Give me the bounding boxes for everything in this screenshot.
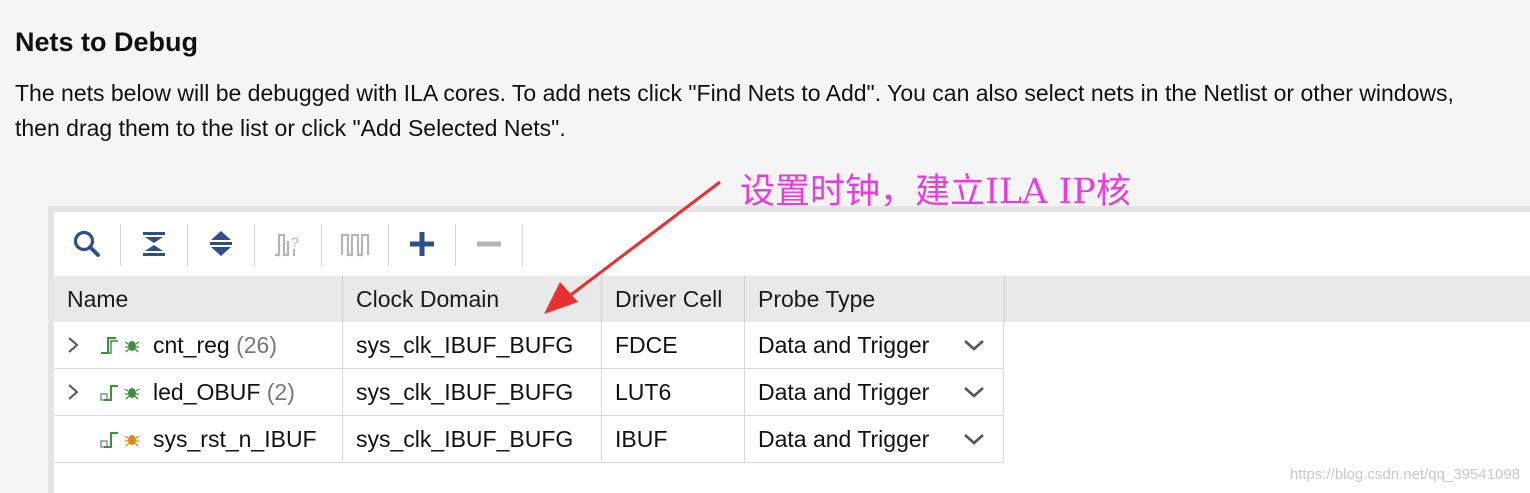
watermark: https://blog.csdn.net/qq_39541098 bbox=[1289, 466, 1520, 483]
chevron-down-icon[interactable] bbox=[963, 337, 985, 353]
svg-text:?: ? bbox=[291, 234, 299, 250]
probe-type-value: Data and Trigger bbox=[758, 426, 930, 452]
net-name-cell: sys_rst_n_IBUF bbox=[54, 416, 343, 462]
page-title: Nets to Debug bbox=[15, 27, 199, 57]
expand-chevron-icon[interactable] bbox=[66, 369, 80, 415]
bus-net-icon bbox=[100, 385, 118, 401]
table-row[interactable]: led_OBUF (2) sys_clk_IBUF_BUFG LUT6 Data… bbox=[54, 369, 1004, 416]
clock-domain-cell[interactable]: sys_clk_IBUF_BUFG bbox=[343, 322, 602, 368]
description-line-2: then drag them to the list or click "Add… bbox=[15, 115, 566, 141]
bus-net-icon bbox=[101, 337, 118, 354]
probe-type-value: Data and Trigger bbox=[758, 332, 930, 358]
search-button[interactable] bbox=[54, 212, 120, 276]
toolbar-separator bbox=[522, 224, 523, 266]
add-icon bbox=[410, 232, 434, 256]
net-name-cell: cnt_reg (26) bbox=[54, 322, 343, 368]
column-header-clock-domain[interactable]: Clock Domain bbox=[343, 276, 602, 322]
net-bit-count: (2) bbox=[266, 379, 295, 405]
driver-cell-cell: FDCE bbox=[602, 322, 745, 368]
table-row[interactable]: sys_rst_n_IBUF sys_clk_IBUF_BUFG IBUF Da… bbox=[54, 416, 1004, 463]
net-name-cell: led_OBUF (2) bbox=[54, 369, 343, 415]
expand-all-button[interactable] bbox=[188, 212, 254, 276]
debug-bug-icon bbox=[124, 435, 140, 447]
net-bit-count: (26) bbox=[236, 332, 278, 358]
clock-domain-cell[interactable]: sys_clk_IBUF_BUFG bbox=[343, 369, 602, 415]
waveform-icon bbox=[340, 233, 370, 257]
nets-panel: ? Name Clock Domain Driver Cell Probe Ty… bbox=[48, 206, 1530, 493]
driver-cell-cell: IBUF bbox=[602, 416, 745, 462]
debug-bug-icon bbox=[124, 341, 140, 353]
nets-table: Name Clock Domain Driver Cell Probe Type bbox=[54, 276, 1530, 493]
net-icon bbox=[100, 432, 118, 448]
expand-chevron-icon[interactable] bbox=[66, 322, 80, 368]
probe-type-select[interactable]: Data and Trigger bbox=[745, 322, 1004, 368]
remove-nets-button[interactable] bbox=[456, 212, 522, 276]
net-name: sys_rst_n_IBUF bbox=[153, 426, 317, 452]
search-icon bbox=[73, 230, 100, 257]
probe-type-value: Data and Trigger bbox=[758, 379, 930, 405]
driver-cell-cell: LUT6 bbox=[602, 369, 745, 415]
probe-type-select[interactable]: Data and Trigger bbox=[745, 369, 1004, 415]
remove-icon bbox=[477, 241, 501, 247]
net-name: cnt_reg bbox=[153, 332, 230, 358]
collapse-all-button[interactable] bbox=[121, 212, 187, 276]
expand-all-icon bbox=[210, 231, 232, 256]
page-description: The nets below will be debugged with ILA… bbox=[15, 76, 1530, 146]
set-clock-button[interactable]: ? bbox=[255, 212, 321, 276]
table-header: Name Clock Domain Driver Cell Probe Type bbox=[54, 276, 1530, 322]
probe-type-select[interactable]: Data and Trigger bbox=[745, 416, 1004, 462]
table-row[interactable]: cnt_reg (26) sys_clk_IBUF_BUFG FDCE Data… bbox=[54, 322, 1004, 369]
net-name: led_OBUF bbox=[153, 379, 261, 405]
select-clock-icon: ? bbox=[275, 233, 299, 257]
debug-bug-icon bbox=[124, 388, 140, 400]
description-line-1: The nets below will be debugged with ILA… bbox=[15, 80, 1454, 106]
collapse-all-icon bbox=[143, 232, 165, 256]
chevron-down-icon[interactable] bbox=[963, 384, 985, 400]
chevron-down-icon[interactable] bbox=[963, 431, 985, 447]
add-nets-button[interactable] bbox=[389, 212, 455, 276]
clock-domain-cell[interactable]: sys_clk_IBUF_BUFG bbox=[343, 416, 602, 462]
column-header-driver-cell[interactable]: Driver Cell bbox=[602, 276, 745, 322]
toolbar: ? bbox=[54, 212, 1530, 276]
column-header-name[interactable]: Name bbox=[54, 276, 343, 322]
waveform-button[interactable] bbox=[322, 212, 388, 276]
column-header-probe-type[interactable]: Probe Type bbox=[745, 276, 1005, 322]
